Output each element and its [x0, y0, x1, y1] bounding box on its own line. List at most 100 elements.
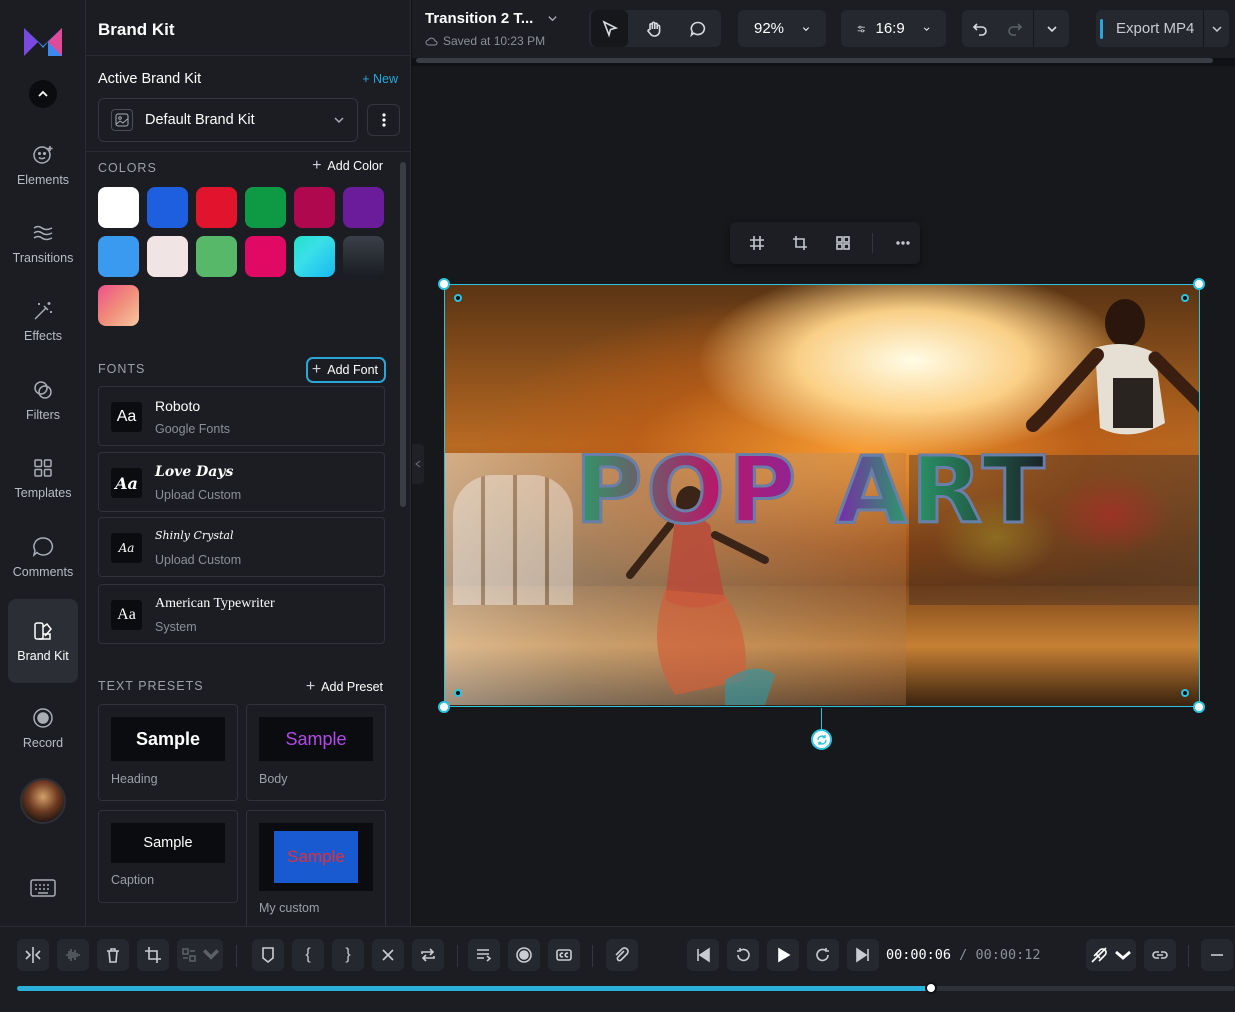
marker-button[interactable]: [252, 939, 284, 971]
comment-tool-button[interactable]: [679, 10, 716, 47]
resize-handle-bottom-left[interactable]: [438, 701, 450, 713]
audio-waveform-button[interactable]: [57, 939, 89, 971]
color-swatches: [98, 187, 388, 326]
more-options-button[interactable]: [885, 225, 920, 261]
resize-handle-top-right[interactable]: [1193, 278, 1205, 290]
rail-item-elements[interactable]: Elements: [8, 130, 78, 200]
video-frame[interactable]: POP ART: [444, 284, 1200, 707]
arrange-button[interactable]: [826, 225, 861, 261]
preset-card-caption[interactable]: Sample Caption: [98, 810, 238, 903]
preset-label: Heading: [111, 772, 158, 786]
font-name: Love Days: [155, 464, 234, 480]
crop-button[interactable]: [783, 225, 818, 261]
closed-captions-button[interactable]: [548, 939, 580, 971]
link-clips-button[interactable]: [1144, 939, 1176, 971]
mark-out-button[interactable]: }: [332, 939, 364, 971]
collapse-rail-button[interactable]: [29, 80, 57, 108]
skip-to-start-button[interactable]: [687, 939, 719, 971]
captions-list-button[interactable]: [468, 939, 500, 971]
color-swatch[interactable]: [343, 187, 384, 228]
color-swatch[interactable]: [343, 236, 384, 277]
playback-progress-bar[interactable]: [17, 982, 1235, 994]
font-card-roboto[interactable]: Aa Roboto Google Fonts: [98, 386, 385, 446]
color-swatch[interactable]: [147, 236, 188, 277]
inner-handle-bottom-left[interactable]: [454, 689, 462, 697]
record-button[interactable]: [508, 939, 540, 971]
rail-item-comments[interactable]: Comments: [8, 522, 78, 592]
export-button[interactable]: Export MP4: [1096, 10, 1229, 47]
link-tool-button[interactable]: [606, 939, 638, 971]
history-dropdown-button[interactable]: [1033, 10, 1069, 47]
font-name: Shinly Crystal: [155, 529, 234, 542]
hand-tool-button[interactable]: [635, 10, 672, 47]
export-dropdown-button[interactable]: [1203, 10, 1229, 47]
preset-card-my-custom[interactable]: Sample My custom: [246, 810, 386, 926]
rail-item-record[interactable]: Record: [8, 693, 78, 763]
delete-button[interactable]: [97, 939, 129, 971]
frame-button[interactable]: [740, 225, 775, 261]
resize-handle-bottom-right[interactable]: [1193, 701, 1205, 713]
inner-handle-bottom-right[interactable]: [1181, 689, 1189, 697]
user-avatar[interactable]: [20, 778, 66, 824]
forward-button[interactable]: [807, 939, 839, 971]
color-swatch[interactable]: [98, 187, 139, 228]
loop-button[interactable]: [412, 939, 444, 971]
brand-kit-select[interactable]: Default Brand Kit: [98, 98, 358, 142]
add-color-button[interactable]: + Add Color: [312, 157, 383, 175]
panel-scrollbar[interactable]: [400, 162, 406, 507]
color-swatch[interactable]: [196, 187, 237, 228]
rail-item-brand-kit[interactable]: Brand Kit: [8, 599, 78, 683]
canvas-horizontal-scrollbar[interactable]: [416, 58, 1213, 63]
rail-item-filters[interactable]: Filters: [8, 365, 78, 435]
font-card-american-typewriter[interactable]: Aa American Typewriter System: [98, 584, 385, 644]
rail-item-effects[interactable]: Effects: [8, 286, 78, 356]
redo-button[interactable]: [998, 10, 1034, 47]
snap-toggle-button[interactable]: [1086, 939, 1136, 971]
color-swatch[interactable]: [98, 236, 139, 277]
arrange-clip-button[interactable]: [177, 939, 223, 971]
document-title[interactable]: Transition 2 T...: [425, 10, 558, 27]
rewind-button[interactable]: [727, 939, 759, 971]
playhead-knob[interactable]: [924, 982, 937, 994]
mark-in-button[interactable]: {: [292, 939, 324, 971]
inner-handle-top-left[interactable]: [454, 294, 462, 302]
skip-to-end-button[interactable]: [847, 939, 879, 971]
rail-item-templates[interactable]: Templates: [8, 443, 78, 513]
pop-art-title[interactable]: POP ART: [574, 443, 1049, 538]
preset-card-body[interactable]: Sample Body: [246, 704, 386, 801]
color-swatch[interactable]: [294, 187, 335, 228]
document-title-text: Transition 2 T...: [425, 10, 534, 27]
crop-clip-button[interactable]: [137, 939, 169, 971]
rewind-icon: [737, 948, 750, 962]
new-brand-kit-link[interactable]: + New: [362, 72, 398, 86]
color-swatch[interactable]: [196, 236, 237, 277]
undo-button[interactable]: [962, 10, 998, 47]
zoom-out-timeline-button[interactable]: [1201, 939, 1233, 971]
play-button[interactable]: [767, 939, 799, 971]
rotate-handle[interactable]: [811, 729, 832, 750]
font-card-shinly-crystal[interactable]: Aa Shinly Crystal Upload Custom: [98, 517, 385, 577]
add-font-button[interactable]: + Add Font: [305, 357, 386, 383]
preset-card-heading[interactable]: Sample Heading: [98, 704, 238, 801]
total-time: 00:00:12: [975, 947, 1041, 963]
color-swatch[interactable]: [147, 187, 188, 228]
inner-handle-top-right[interactable]: [1181, 294, 1189, 302]
keyboard-icon[interactable]: [30, 878, 56, 898]
app-logo-icon[interactable]: [24, 26, 62, 56]
color-swatch[interactable]: [98, 285, 139, 326]
font-card-love-days[interactable]: Aa Love Days Upload Custom: [98, 452, 385, 512]
brand-kit-more-button[interactable]: [367, 104, 400, 136]
add-preset-button[interactable]: + Add Preset: [306, 678, 383, 696]
resize-handle-top-left[interactable]: [438, 278, 450, 290]
rail-item-transitions[interactable]: Transitions: [8, 208, 78, 278]
color-swatch[interactable]: [245, 187, 286, 228]
color-swatch[interactable]: [245, 236, 286, 277]
color-swatch[interactable]: [294, 236, 335, 277]
clear-marks-button[interactable]: [372, 939, 404, 971]
chevron-up-icon: [38, 90, 48, 97]
aspect-ratio-select[interactable]: 16:9: [841, 10, 946, 47]
split-button[interactable]: [17, 939, 49, 971]
select-tool-button[interactable]: [591, 10, 628, 47]
zoom-select[interactable]: 92%: [738, 10, 826, 47]
collapse-panel-tab[interactable]: [412, 444, 424, 484]
